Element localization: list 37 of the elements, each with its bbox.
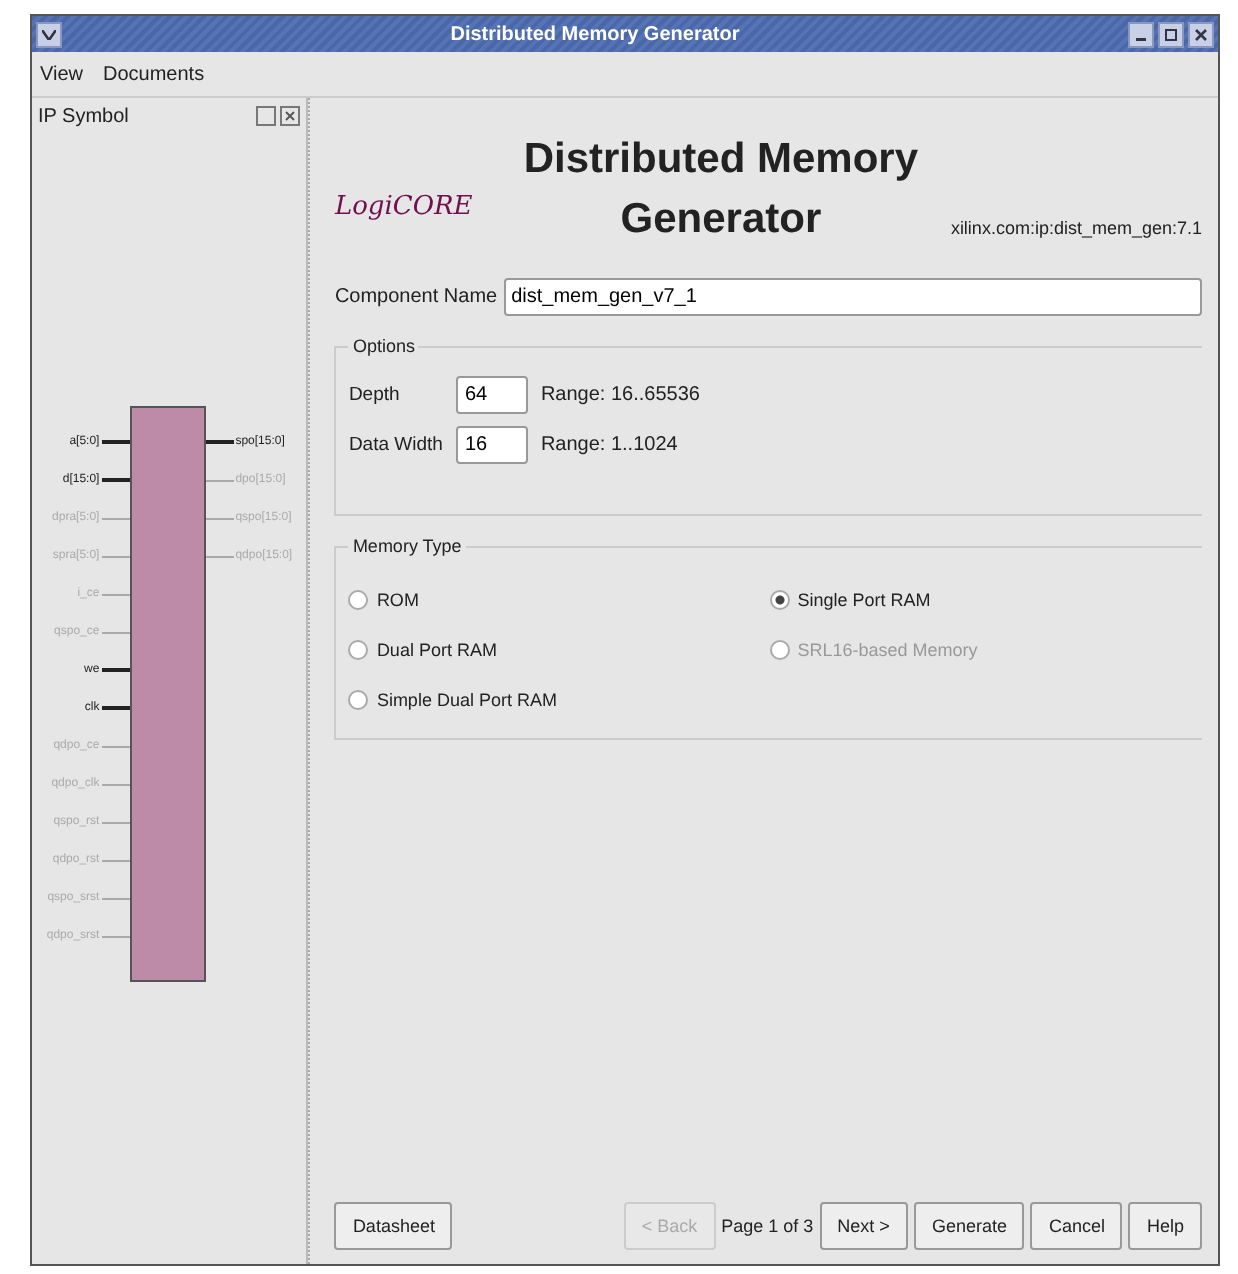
radio-button[interactable] [348,690,369,710]
input-field[interactable]: 16 [456,426,529,464]
radio-option[interactable]: ROM [348,590,770,610]
core-version: xilinx.com:ip:dist_mem_gen:7.1 [950,218,1202,238]
radio-button[interactable] [348,640,369,660]
window-title: Distributed Memory Generator [448,23,742,45]
button[interactable]: Cancel [1030,1202,1123,1250]
field-label: Depth [348,384,402,406]
group-title: Memory Type [350,536,464,556]
radio-button[interactable] [769,590,790,610]
radio-button[interactable] [348,590,369,610]
page-indicator: Page 1 of 3 [721,1216,814,1236]
range-text: Range: 16..65536 [540,384,700,406]
close-icon[interactable] [1188,21,1214,47]
group-title: Options [350,336,417,356]
input-field[interactable]: 64 [456,376,529,414]
panel-title: IP Symbol [38,105,129,127]
maximize-icon[interactable] [1158,21,1184,47]
logo: LogiCORE [334,192,475,222]
restore-icon[interactable] [256,106,277,126]
range-text: Range: 1..1024 [540,434,678,456]
radio-option[interactable]: Simple Dual Port RAM [348,690,770,710]
button[interactable]: Datasheet [334,1202,453,1250]
page-title: Distributed Memory Generator [521,134,921,246]
close-icon[interactable] [280,106,301,126]
window-menu-icon[interactable] [36,21,62,47]
field-label: Component Name [334,286,498,308]
menu-item[interactable]: Documents [103,63,205,85]
field-label: Data Width [348,434,445,456]
button[interactable]: Help [1128,1202,1202,1250]
minimize-icon[interactable] [1128,21,1154,47]
input-field[interactable]: dist_mem_gen_v7_1 [503,278,1202,316]
button[interactable]: Generate [913,1202,1025,1250]
radio-option[interactable]: Single Port RAM [769,590,1190,610]
button[interactable]: Next > [819,1202,908,1250]
radio-option[interactable]: Dual Port RAM [348,640,770,660]
menu-item[interactable]: View [40,63,83,85]
